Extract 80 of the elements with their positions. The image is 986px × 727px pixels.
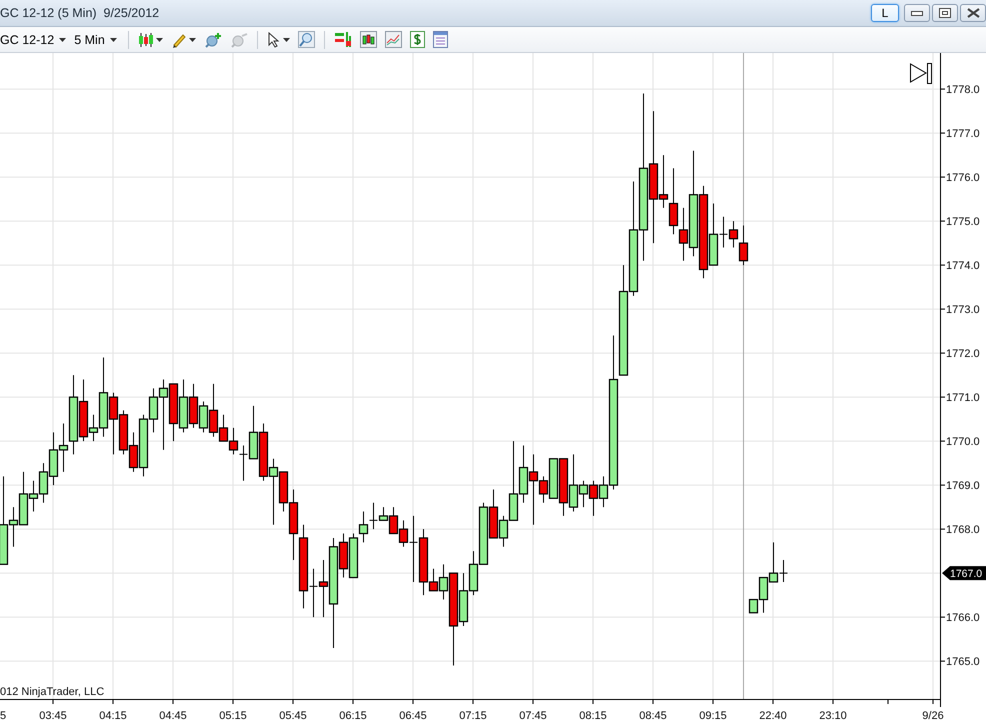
candlestick	[588, 480, 598, 516]
zoom-button[interactable]	[296, 31, 317, 48]
candlestick	[188, 383, 198, 428]
time-label: 07:45	[519, 710, 547, 722]
zoom-icon	[298, 31, 315, 48]
interval-dropdown[interactable]: 5 Min	[74, 32, 121, 46]
scroll-to-end-icon[interactable]	[910, 63, 932, 84]
candlestick-icon	[138, 32, 154, 48]
candlestick	[668, 168, 678, 235]
dollar-icon	[410, 31, 425, 48]
caret-icon	[156, 38, 163, 42]
caret-icon	[110, 38, 117, 42]
time-label: 08:15	[579, 710, 607, 722]
copyright-text: 012 NinjaTrader, LLC	[0, 686, 104, 698]
line-chart-button[interactable]	[382, 31, 404, 48]
time-label: 07:15	[459, 710, 487, 722]
maximize-icon	[939, 8, 951, 18]
pencil-icon	[170, 32, 187, 48]
price-label: 1772.0	[946, 348, 980, 360]
candlestick	[518, 445, 528, 504]
price-label: 1774.0	[946, 260, 980, 272]
time-label: 05:15	[219, 710, 247, 722]
caret-icon	[59, 38, 66, 42]
time-label: 22:40	[759, 710, 787, 722]
minimize-button[interactable]	[904, 4, 930, 22]
candlestick	[558, 458, 568, 516]
candlestick	[118, 410, 128, 455]
candlestick	[258, 423, 268, 482]
candlestick	[168, 383, 178, 442]
pin-plus-icon	[204, 32, 222, 48]
price-label: 1773.0	[946, 304, 980, 316]
candlestick	[108, 392, 118, 455]
candlestick	[178, 379, 188, 433]
time-label: 9/26	[922, 710, 944, 722]
price-label: 1771.0	[946, 392, 980, 404]
close-button[interactable]	[960, 4, 986, 22]
time-label: 05:45	[279, 710, 307, 722]
time-label: 5	[0, 710, 6, 722]
close-icon	[966, 8, 980, 18]
instrument-dropdown[interactable]: GC 12-12	[0, 32, 70, 46]
window-title: GC 12-12 (5 Min) 9/25/2012	[0, 6, 160, 20]
time-label: 23:10	[819, 710, 847, 722]
candlestick-icon	[360, 31, 377, 48]
price-label: 1778.0	[946, 84, 980, 96]
line-chart-icon	[384, 31, 402, 48]
dollar-button[interactable]	[408, 31, 427, 48]
pin-icon	[230, 32, 248, 48]
price-label: 1766.0	[946, 612, 980, 624]
price-label: 1775.0	[946, 216, 980, 228]
candlestick	[468, 550, 478, 596]
time-label: 06:15	[339, 710, 367, 722]
time-label: 04:45	[159, 710, 187, 722]
time-label: 06:45	[399, 710, 427, 722]
maximize-button[interactable]	[932, 4, 958, 22]
price-label: 1770.0	[946, 436, 980, 448]
candlestick	[358, 511, 368, 543]
candlestick	[348, 533, 358, 578]
caret-icon	[282, 38, 290, 42]
price-label: 1776.0	[946, 172, 980, 184]
price-label: 1769.0	[946, 480, 980, 492]
caret-icon	[188, 38, 196, 42]
price-label: 1765.0	[946, 656, 980, 668]
price-label: 1768.0	[946, 524, 980, 536]
candlestick	[48, 432, 58, 486]
time-label: 08:45	[639, 710, 667, 722]
last-price-tag: 1767.0	[942, 566, 986, 580]
time-label: 04:15	[99, 710, 127, 722]
pointer-icon	[266, 32, 281, 48]
link-button[interactable]: L	[871, 4, 899, 22]
bars-icon	[334, 31, 352, 48]
time-label: 03:45	[39, 710, 67, 722]
candlestick	[478, 502, 488, 565]
time-label: 09:15	[699, 710, 727, 722]
form-icon	[432, 31, 448, 48]
candlestick	[38, 462, 48, 504]
properties-button[interactable]	[430, 31, 450, 48]
candlestick	[228, 427, 238, 455]
chart-bars-button[interactable]	[358, 31, 379, 48]
minimize-icon	[911, 10, 923, 16]
price-label: 1777.0	[946, 128, 980, 140]
